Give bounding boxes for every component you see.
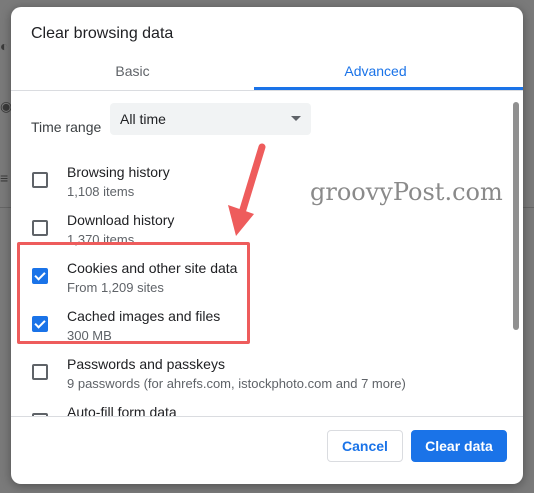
checkbox-checked[interactable] xyxy=(32,316,48,332)
background-icon: ◐ xyxy=(0,38,9,54)
clear-browsing-data-dialog: Clear browsing data Basic Advanced Time … xyxy=(11,7,523,484)
option-subtitle: 1,370 items xyxy=(67,232,135,247)
cancel-button[interactable]: Cancel xyxy=(327,430,403,462)
options-panel: Time range All time Browsing history 1,1… xyxy=(11,91,523,416)
dialog-title: Clear browsing data xyxy=(31,25,174,42)
footer-divider xyxy=(11,416,523,417)
option-subtitle: From 1,209 sites xyxy=(67,280,164,295)
option-title: Auto-fill form data xyxy=(67,404,177,416)
checkbox[interactable] xyxy=(32,172,48,188)
option-browsing-history[interactable]: Browsing history 1,108 items xyxy=(11,155,511,203)
checkbox[interactable] xyxy=(32,220,48,236)
time-range-value: All time xyxy=(120,111,166,127)
option-cached-images[interactable]: Cached images and files 300 MB xyxy=(11,299,511,347)
option-subtitle: 1,108 items xyxy=(67,184,135,199)
checkbox-checked[interactable] xyxy=(32,268,48,284)
time-range-label: Time range xyxy=(31,119,102,135)
option-autofill[interactable]: Auto-fill form data xyxy=(11,395,511,416)
option-subtitle: 9 passwords (for ahrefs.com, istockphoto… xyxy=(67,376,406,391)
option-subtitle: 300 MB xyxy=(67,328,112,343)
option-title: Cookies and other site data xyxy=(67,260,238,276)
tab-basic[interactable]: Basic xyxy=(11,62,254,92)
scrollbar[interactable] xyxy=(513,102,519,330)
option-title: Cached images and files xyxy=(67,308,221,324)
background-icon: ≡ xyxy=(0,170,9,186)
chevron-down-icon xyxy=(291,116,301,121)
option-title: Browsing history xyxy=(67,164,170,180)
option-title: Passwords and passkeys xyxy=(67,356,225,372)
checkbox[interactable] xyxy=(32,364,48,380)
clear-data-button[interactable]: Clear data xyxy=(411,430,507,462)
option-passwords[interactable]: Passwords and passkeys 9 passwords (for … xyxy=(11,347,511,395)
option-cookies[interactable]: Cookies and other site data From 1,209 s… xyxy=(11,251,511,299)
option-title: Download history xyxy=(67,212,175,228)
option-download-history[interactable]: Download history 1,370 items xyxy=(11,203,511,251)
time-range-select[interactable]: All time xyxy=(110,103,311,135)
